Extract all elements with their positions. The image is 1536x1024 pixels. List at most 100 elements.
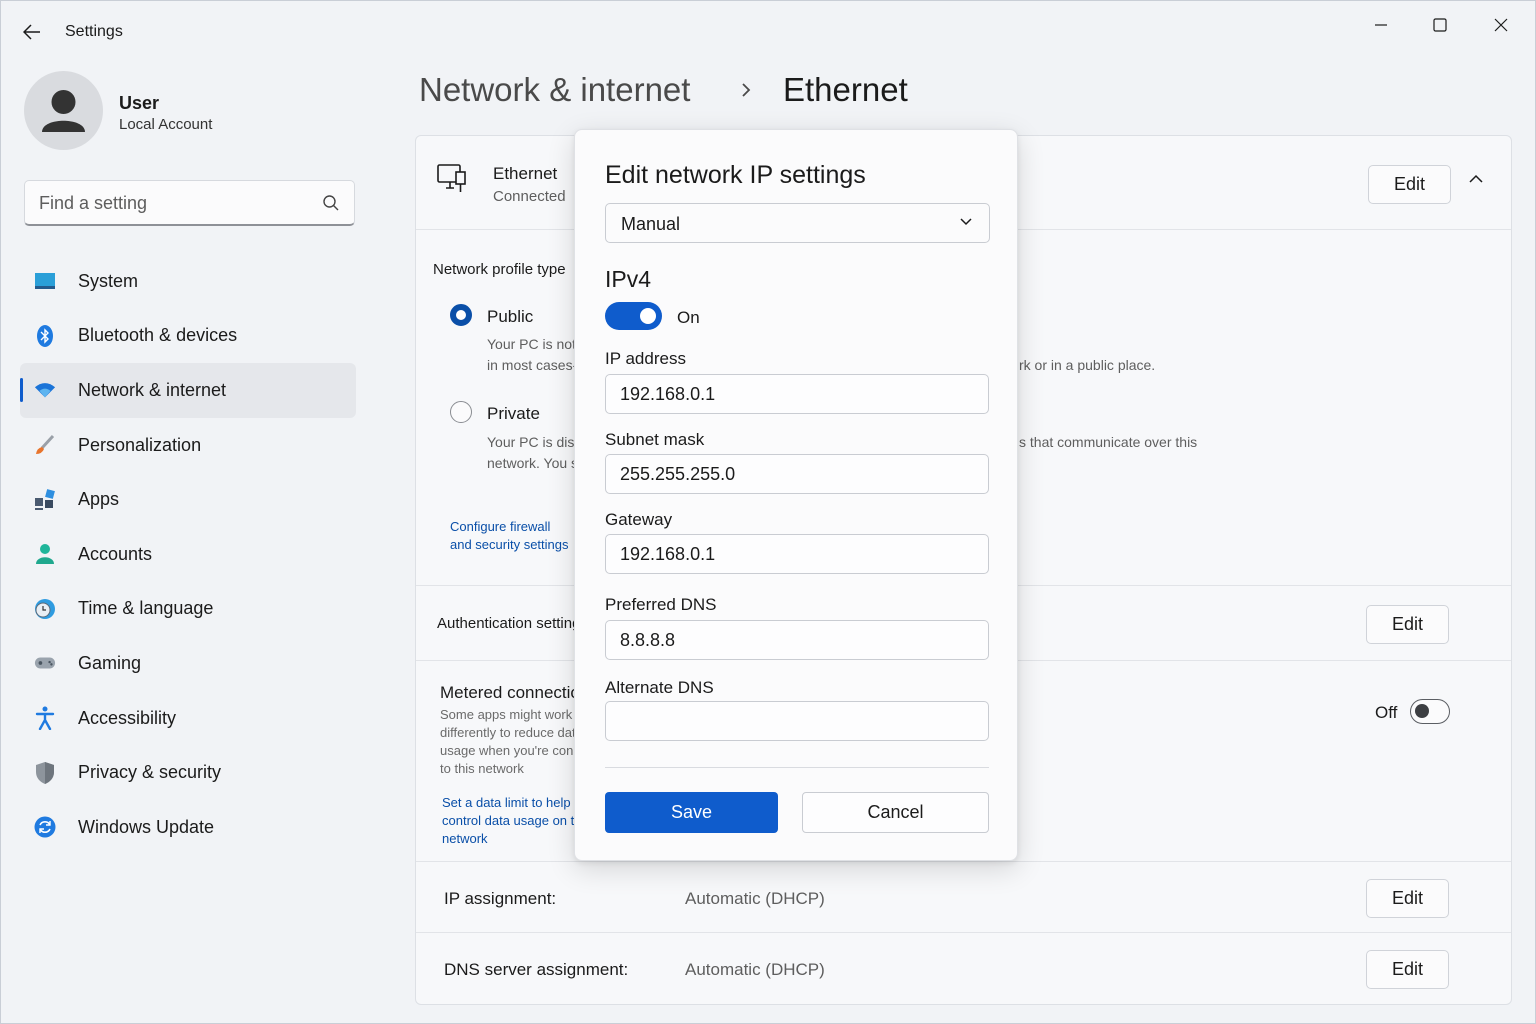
preferred-dns-label: Preferred DNS <box>605 595 717 614</box>
public-description: Your PC is not <box>487 336 576 352</box>
ipv4-toggle[interactable] <box>605 302 662 330</box>
ip-assignment-edit-button[interactable]: Edit <box>1366 879 1449 918</box>
chevron-down-icon <box>960 218 972 226</box>
metered-connection-title: Metered connection <box>440 683 590 702</box>
ip-assignment-value: Automatic (DHCP) <box>685 889 825 908</box>
ip-assignment-label: IP assignment: <box>444 889 557 908</box>
bluetooth-icon <box>34 324 56 347</box>
search-icon <box>323 195 339 211</box>
private-description-tail: s that communicate over this <box>1019 434 1198 450</box>
data-limit-link[interactable]: Set a data limit to help control data us… <box>442 794 592 848</box>
sidebar-item-label: Bluetooth & devices <box>78 325 238 346</box>
sidebar-item-accessibility[interactable]: Accessibility <box>20 691 356 746</box>
close-icon <box>1494 18 1508 32</box>
sidebar-item-network[interactable]: Network & internet <box>20 363 356 418</box>
gateway-label: Gateway <box>605 510 673 529</box>
wifi-icon <box>34 379 56 401</box>
dialog-title: Edit network IP settings <box>605 161 866 189</box>
sidebar-item-label: System <box>78 270 139 291</box>
metered-state-label: Off <box>1375 703 1398 722</box>
metered-connection-toggle[interactable] <box>1410 699 1450 724</box>
ethernet-title: Ethernet <box>493 164 558 183</box>
sidebar-item-label: Accounts <box>78 543 153 564</box>
private-description: Your PC is disc <box>487 434 582 450</box>
divider <box>416 861 1511 862</box>
ip-address-field[interactable] <box>605 374 989 414</box>
subnet-mask-label: Subnet mask <box>605 430 705 449</box>
back-button[interactable] <box>15 15 49 49</box>
search-input[interactable] <box>39 193 309 214</box>
sidebar-item-time-language[interactable]: Time & language <box>20 582 356 637</box>
edit-ip-settings-dialog: Edit network IP settings Manual IPv4 On … <box>574 129 1018 861</box>
divider <box>605 767 989 768</box>
public-radio[interactable] <box>450 304 472 326</box>
controller-icon <box>34 652 56 674</box>
cancel-button[interactable]: Cancel <box>802 792 989 833</box>
chevron-up-icon[interactable] <box>1469 174 1483 184</box>
settings-window: Settings User Local Account Find a setti… <box>0 0 1536 1024</box>
ipv4-heading: IPv4 <box>605 266 652 292</box>
authentication-label: Authentication settings <box>437 615 588 632</box>
ethernet-edit-button[interactable]: Edit <box>1368 165 1451 204</box>
dns-assignment-value: Automatic (DHCP) <box>685 960 825 979</box>
divider <box>416 932 1511 933</box>
sidebar-item-label: Apps <box>78 489 120 510</box>
sidebar-item-label: Privacy & security <box>78 762 222 783</box>
authentication-edit-button[interactable]: Edit <box>1366 605 1449 644</box>
sidebar-item-windows-update[interactable]: Windows Update <box>20 800 356 855</box>
ethernet-icon <box>437 164 466 192</box>
dns-assignment-edit-button[interactable]: Edit <box>1366 950 1449 989</box>
sidebar-item-label: Network & internet <box>78 379 227 400</box>
metered-connection-description: Some apps might work differently to redu… <box>440 707 588 776</box>
network-profile-label: Network profile type <box>433 261 566 278</box>
minimize-icon <box>1375 24 1387 26</box>
sidebar-item-privacy-security[interactable]: Privacy & security <box>20 745 356 800</box>
ip-mode-dropdown[interactable]: Manual <box>605 203 990 243</box>
update-icon <box>34 816 56 838</box>
save-button[interactable]: Save <box>605 792 778 833</box>
private-description: network. You s <box>487 455 579 471</box>
chevron-right-icon <box>742 83 751 97</box>
sidebar-item-gaming[interactable]: Gaming <box>20 636 356 691</box>
sidebar-item-label: Gaming <box>78 652 142 673</box>
sidebar-item-personalization[interactable]: Personalization <box>20 418 356 473</box>
app-title: Settings <box>65 23 123 40</box>
breadcrumb-parent[interactable]: Network & internet <box>419 71 690 109</box>
maximize-button[interactable] <box>1417 9 1463 41</box>
sidebar-item-label: Time & language <box>78 598 214 619</box>
ip-mode-value: Manual <box>621 214 681 234</box>
user-profile[interactable]: User Local Account <box>24 71 354 153</box>
ethernet-status: Connected <box>493 188 566 205</box>
private-radio[interactable] <box>450 401 472 423</box>
alternate-dns-label: Alternate DNS <box>605 678 714 697</box>
sidebar-item-accounts[interactable]: Accounts <box>20 527 356 582</box>
shield-icon <box>34 761 56 784</box>
back-arrow-icon <box>23 24 40 40</box>
minimize-button[interactable] <box>1358 9 1404 41</box>
private-label: Private <box>487 404 540 423</box>
clock-globe-icon <box>34 598 56 620</box>
sidebar-item-label: Windows Update <box>78 816 215 837</box>
gateway-field[interactable] <box>605 534 989 574</box>
sidebar-item-apps[interactable]: Apps <box>20 472 356 527</box>
sidebar-item-system[interactable]: System <box>20 254 356 309</box>
system-icon <box>34 270 56 292</box>
preferred-dns-field[interactable] <box>605 620 989 660</box>
search-box[interactable] <box>24 180 355 226</box>
close-button[interactable] <box>1478 9 1524 41</box>
title-bar: Settings <box>1 1 1535 61</box>
sidebar-nav: System Bluetooth & devices Network & int… <box>20 254 356 855</box>
firewall-link[interactable]: Configure firewall and security settings <box>450 518 575 554</box>
ip-address-label: IP address <box>605 349 686 368</box>
sidebar-item-bluetooth[interactable]: Bluetooth & devices <box>20 309 356 364</box>
subnet-mask-field[interactable] <box>605 454 989 494</box>
public-description: in most cases- <box>487 357 578 373</box>
sidebar-item-label: Accessibility <box>78 707 177 728</box>
avatar <box>24 71 103 150</box>
account-type: Local Account <box>119 116 213 133</box>
sidebar-item-label: Personalization <box>78 434 202 455</box>
public-description-tail: rk or in a public place. <box>1019 357 1156 373</box>
person-icon <box>34 543 56 565</box>
dns-assignment-label: DNS server assignment: <box>444 960 629 979</box>
alternate-dns-field[interactable] <box>605 701 989 741</box>
